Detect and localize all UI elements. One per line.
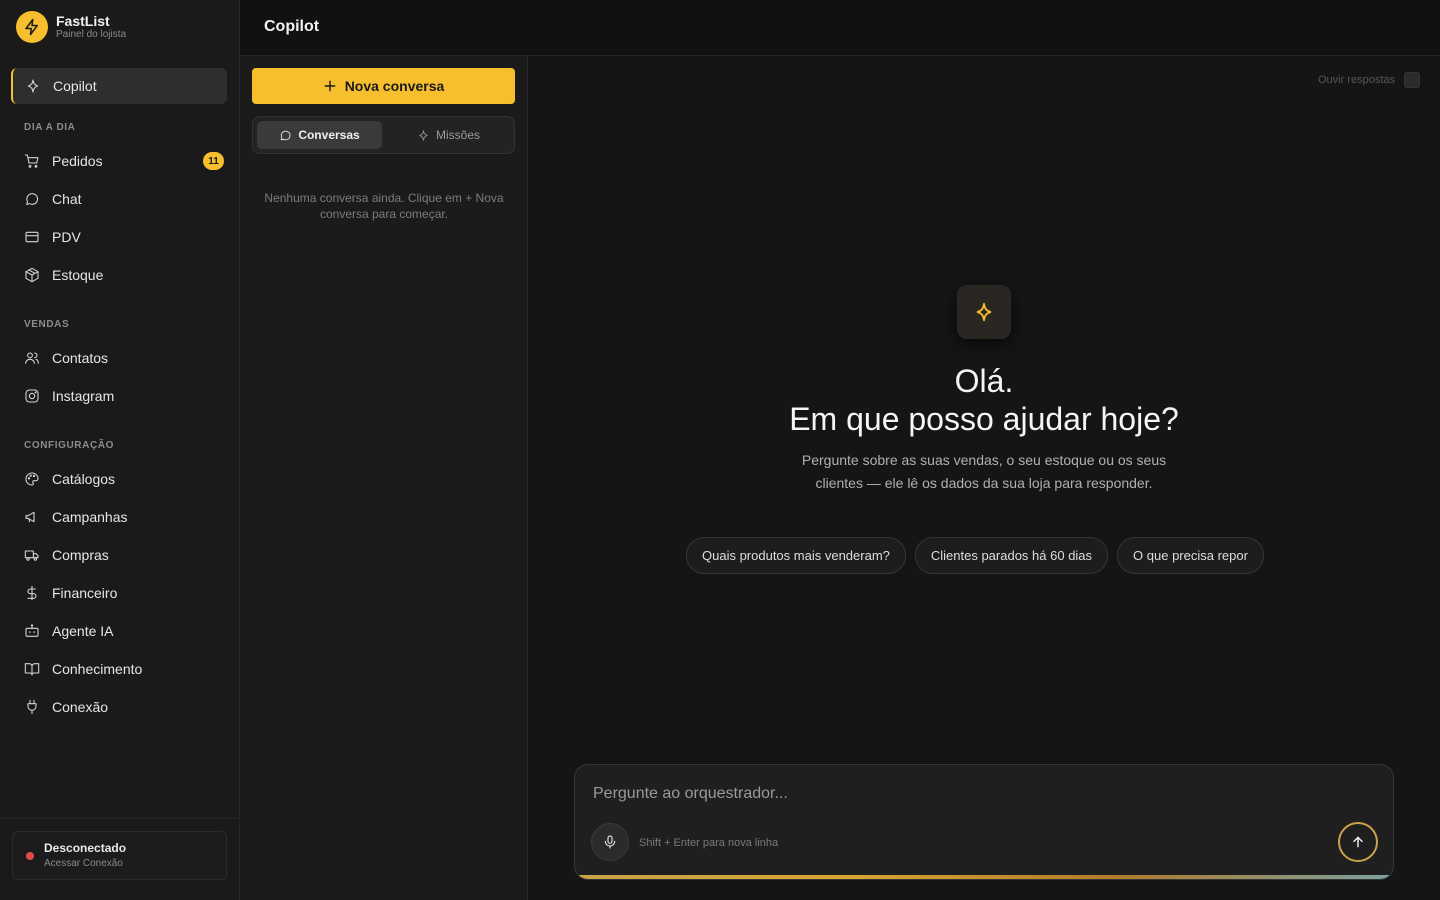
- tab-conversas[interactable]: Conversas: [257, 121, 382, 149]
- users-icon: [24, 350, 40, 366]
- section-title-vendas: VENDAS: [24, 319, 70, 330]
- sidebar: FastList Painel do lojista Copilot DIA A…: [0, 0, 240, 900]
- listen-label: Ouvir respostas: [1317, 74, 1395, 86]
- sidebar-item-label: Contatos: [52, 350, 109, 366]
- brand-subtitle: Painel do lojista: [56, 29, 127, 40]
- sidebar-item-copilot[interactable]: Copilot: [11, 68, 227, 104]
- sidebar-item-label: Estoque: [52, 267, 104, 283]
- sidebar-item-pedidos[interactable]: Pedidos 11: [24, 151, 224, 171]
- message-icon: [24, 191, 40, 207]
- listen-checkbox[interactable]: [1404, 72, 1420, 88]
- suggestion-chip[interactable]: O que precisa repor: [1117, 537, 1264, 574]
- book-icon: [24, 661, 40, 677]
- arrow-up-icon: [1353, 836, 1363, 848]
- sparkle-icon: [25, 78, 41, 94]
- lightning-icon: [16, 11, 48, 43]
- sidebar-item-estoque[interactable]: Estoque: [24, 265, 224, 285]
- card-icon: [24, 229, 40, 245]
- bot-icon: [24, 623, 40, 639]
- sidebar-item-label: Copilot: [53, 78, 97, 94]
- plug-icon: [24, 699, 40, 715]
- sidebar-item-chat[interactable]: Chat: [24, 189, 224, 209]
- megaphone-icon: [24, 509, 40, 525]
- composer-glow: [575, 875, 1393, 879]
- suggestion-chips: Quais produtos mais venderam? Clientes p…: [686, 537, 1264, 574]
- composer-hint: Shift + Enter para nova linha: [639, 837, 779, 849]
- sidebar-item-conhecimento[interactable]: Conhecimento: [24, 659, 224, 679]
- conversation-tabs: Conversas Missões: [252, 116, 515, 154]
- plus-icon: [324, 80, 336, 92]
- new-conversation-label: Nova conversa: [344, 78, 445, 94]
- section-title-dia-a-dia: DIA A DIA: [24, 122, 76, 133]
- sidebar-item-contatos[interactable]: Contatos: [24, 348, 224, 368]
- connection-status-card[interactable]: Desconectado Acessar Conexão: [12, 831, 227, 880]
- sparkle-icon: [957, 285, 1011, 339]
- message-icon: [281, 130, 291, 140]
- sidebar-item-label: PDV: [52, 229, 81, 245]
- sidebar-item-label: Conhecimento: [52, 661, 143, 677]
- tab-label: Conversas: [298, 128, 360, 142]
- dollar-icon: [24, 585, 40, 601]
- sidebar-item-agente-ia[interactable]: Agente IA: [24, 621, 224, 641]
- send-button[interactable]: [1338, 822, 1378, 862]
- suggestion-chip[interactable]: Clientes parados há 60 dias: [914, 537, 1109, 574]
- instagram-icon: [24, 388, 40, 404]
- sidebar-item-label: Campanhas: [52, 509, 128, 525]
- sidebar-item-label: Compras: [52, 547, 109, 563]
- microphone-icon: [604, 835, 616, 849]
- sidebar-item-conexao[interactable]: Conexão: [24, 697, 224, 717]
- greeting-title: Olá. Em que posso ajudar hoje?: [684, 362, 1284, 438]
- box-icon: [24, 267, 40, 283]
- sidebar-item-financeiro[interactable]: Financeiro: [24, 583, 224, 603]
- status-subtitle: Acessar Conexão: [44, 858, 123, 869]
- sidebar-item-instagram[interactable]: Instagram: [24, 386, 224, 406]
- sidebar-item-catalogos[interactable]: Catálogos: [24, 469, 224, 489]
- greeting-line-1: Olá.: [954, 363, 1014, 399]
- sidebar-item-label: Catálogos: [52, 471, 116, 487]
- prompt-input[interactable]: Pergunte ao orquestrador...: [593, 785, 788, 803]
- orders-count-badge: 11: [203, 152, 224, 170]
- tab-label: Missões: [435, 128, 480, 142]
- microphone-button[interactable]: [591, 823, 629, 861]
- brand[interactable]: FastList Painel do lojista: [16, 11, 126, 43]
- sidebar-item-label: Chat: [52, 191, 82, 207]
- topbar: Copilot: [240, 0, 1440, 56]
- empty-state-text: Nenhuma conversa ainda. Clique em + Nova…: [264, 191, 504, 221]
- sidebar-item-label: Instagram: [52, 388, 115, 404]
- sidebar-item-label: Pedidos: [52, 153, 103, 169]
- sidebar-item-label: Conexão: [52, 699, 109, 715]
- sidebar-item-pdv[interactable]: PDV: [24, 227, 224, 247]
- sidebar-item-label: Financeiro: [52, 585, 118, 601]
- sidebar-divider: [0, 818, 239, 819]
- tab-missoes[interactable]: Missões: [386, 121, 511, 149]
- page-title: Copilot: [264, 18, 320, 35]
- truck-icon: [24, 547, 40, 563]
- sidebar-item-campanhas[interactable]: Campanhas: [24, 507, 224, 527]
- sidebar-item-compras[interactable]: Compras: [24, 545, 224, 565]
- composer: Pergunte ao orquestrador... Shift + Ente…: [574, 764, 1394, 880]
- copilot-main: Ouvir respostas Olá. Em que posso ajudar…: [528, 56, 1440, 900]
- section-title-configuracao: CONFIGURAÇÃO: [24, 440, 114, 451]
- status-title: Desconectado: [44, 841, 127, 855]
- conversation-panel: Nova conversa Conversas Missões Nenhuma …: [240, 56, 528, 900]
- listen-responses-toggle[interactable]: Ouvir respostas: [1318, 72, 1420, 88]
- cart-icon: [24, 153, 40, 169]
- sparkle-icon: [419, 129, 428, 141]
- new-conversation-button[interactable]: Nova conversa: [252, 68, 515, 104]
- sidebar-item-label: Agente IA: [52, 623, 114, 639]
- palette-icon: [24, 471, 40, 487]
- brand-name: FastList: [56, 13, 110, 29]
- suggestion-chip[interactable]: Quais produtos mais venderam?: [686, 537, 906, 574]
- greeting-subtitle: Pergunte sobre as suas vendas, o seu est…: [801, 452, 1167, 491]
- greeting-line-2: Em que posso ajudar hoje?: [789, 401, 1179, 437]
- status-dot: [26, 852, 34, 860]
